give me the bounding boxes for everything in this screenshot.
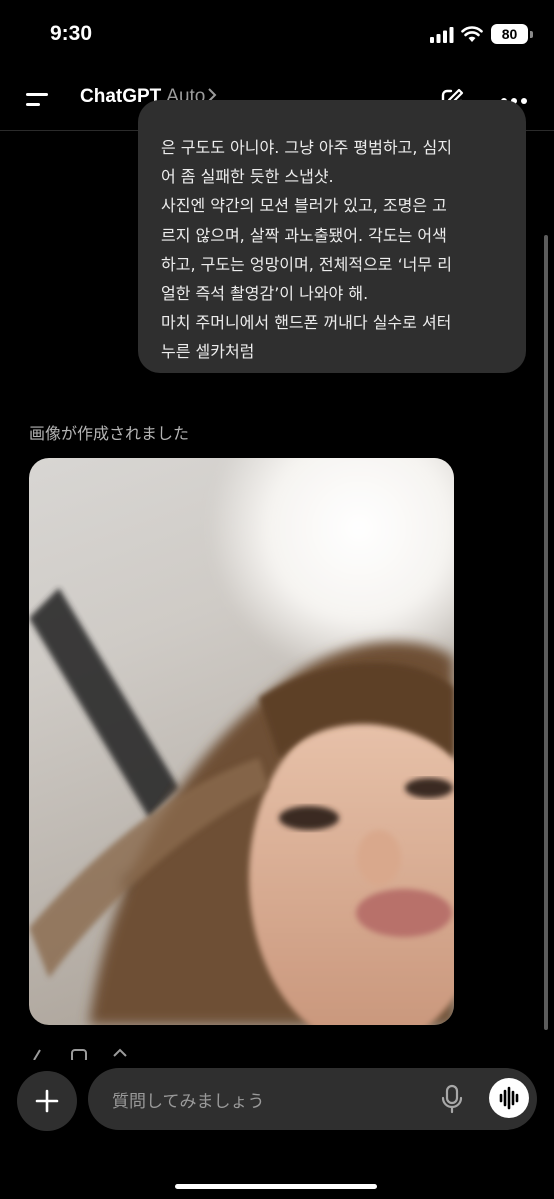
message-line: 사진엔 약간의 모션 블러가 있고, 조명은 고 [161, 196, 447, 216]
battery-icon: 80 [491, 24, 528, 44]
message-line: 하고, 구도는 엉망이며, 전체적으로 ‘너무 리 [161, 254, 452, 274]
message-line: 얼한 즉석 촬영감’이 나와야 해. [161, 284, 369, 304]
wifi-icon [461, 26, 483, 42]
plus-icon [35, 1089, 59, 1113]
status-bar: 9:30 80 [0, 0, 554, 70]
message-actions [33, 1048, 127, 1060]
message-line: 은 구도도 아니야. 그냥 아주 평범하고, 심지 [161, 138, 452, 157]
home-indicator [175, 1184, 377, 1189]
cellular-signal-icon [430, 27, 454, 43]
user-message-text: 은 구도도 아니야. 그냥 아주 평범하고, 심지 어 좀 실패한 듯한 스냅샷… [161, 133, 511, 367]
selfie-illustration [29, 458, 454, 1025]
sidebar-menu-button[interactable] [26, 88, 52, 112]
waveform-icon [499, 1086, 519, 1110]
voice-mode-button[interactable] [489, 1078, 529, 1118]
upload-icon [113, 1048, 127, 1057]
share-icon [71, 1049, 87, 1060]
message-line: 르지 않으며, 살짝 과노출됐어. 각도는 어색 [161, 225, 447, 245]
battery-tip [530, 31, 533, 38]
generated-image[interactable] [29, 458, 454, 1025]
scrollbar[interactable] [544, 235, 548, 1030]
add-attachment-button[interactable] [17, 1071, 77, 1131]
message-line: 누른 셀카처럼 [161, 342, 255, 362]
copy-icon [33, 1049, 41, 1060]
message-line: 마치 주머니에서 핸드폰 꺼내다 실수로 셔터 [161, 313, 452, 333]
message-line: 어 좀 실패한 듯한 스냅샷. [161, 167, 334, 187]
microphone-button[interactable] [441, 1084, 463, 1114]
status-time: 9:30 [50, 22, 93, 45]
image-created-label: 画像が作成されました [29, 424, 190, 443]
message-input-placeholder: 質問してみましょう [112, 1092, 265, 1112]
